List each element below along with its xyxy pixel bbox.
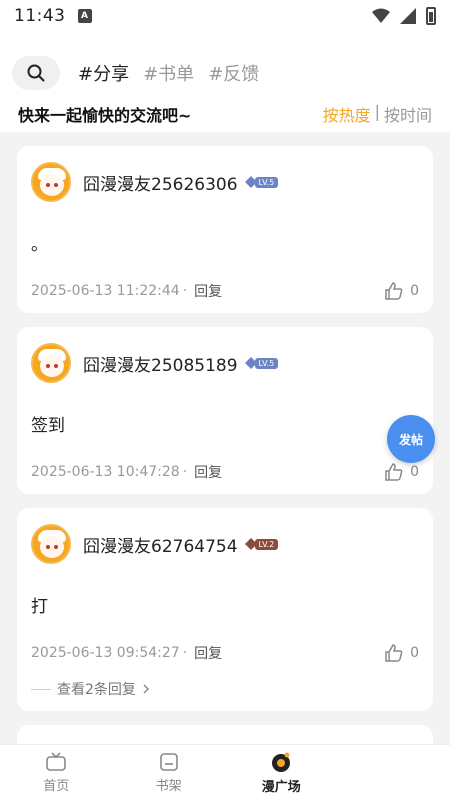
signal-icon: [400, 8, 416, 24]
sort-separator: |: [374, 102, 380, 121]
like-count: 0: [410, 464, 419, 480]
thumbs-up-icon: [385, 644, 403, 662]
tab-bookshelf-label: 书架: [155, 778, 182, 794]
like-button[interactable]: 0: [384, 462, 419, 482]
post-card[interactable]: 囧漫漫友25626306 LV.5 。 2025-06-13 11:22:44 …: [17, 146, 433, 313]
tab-bookshelf[interactable]: 书架: [113, 745, 226, 800]
bookshelf-icon: [159, 752, 178, 771]
status-bar: 11:43 A: [0, 0, 450, 32]
post-content: 签到: [31, 416, 65, 436]
tag-feedback[interactable]: #反馈: [208, 60, 259, 86]
level-text: LV.5: [254, 176, 279, 188]
level-text: LV.2: [254, 538, 279, 550]
wifi-icon: [372, 8, 390, 23]
avatar[interactable]: [31, 343, 71, 383]
view-replies-link[interactable]: 查看2条回复: [31, 679, 419, 699]
sort-hot-button[interactable]: 按热度: [323, 102, 371, 126]
level-badge: LV.5: [244, 356, 279, 370]
avatar[interactable]: [31, 524, 71, 564]
level-badge: LV.5: [244, 175, 279, 189]
notification-icon: A: [77, 9, 92, 23]
username[interactable]: 囧漫漫友25626306: [83, 170, 238, 195]
like-count: 0: [410, 283, 419, 299]
tab-home-label: 首页: [43, 778, 70, 794]
create-post-button[interactable]: 发帖: [387, 415, 435, 463]
create-post-label: 发帖: [398, 432, 423, 447]
level-badge: LV.2: [244, 537, 279, 551]
post-content: 。: [31, 235, 48, 255]
tag-booklist[interactable]: #书单: [143, 60, 194, 86]
post-time: 2025-06-13 09:54:27: [31, 645, 180, 661]
search-icon: [27, 64, 45, 82]
post-content: 打: [31, 597, 48, 617]
tab-home[interactable]: 首页: [0, 745, 113, 800]
plaza-icon: [272, 752, 291, 772]
reply-button[interactable]: 回复: [194, 281, 222, 301]
view-replies-label: 查看2条回复: [57, 682, 136, 698]
page-subtitle: 快来一起愉快的交流吧~: [18, 106, 192, 125]
post-card[interactable]: 囧漫漫友25085189 LV.5 签到 2025-06-13 10:47:28…: [17, 327, 433, 494]
like-count: 0: [410, 645, 419, 661]
bottom-tab-bar: 首页 书架 漫广场: [0, 744, 450, 800]
search-button[interactable]: [12, 56, 60, 90]
like-button[interactable]: 0: [384, 643, 419, 663]
username[interactable]: 囧漫漫友25085189: [83, 351, 238, 376]
tag-share[interactable]: #分享: [78, 60, 129, 86]
post-time: 2025-06-13 10:47:28: [31, 464, 180, 480]
avatar[interactable]: [31, 162, 71, 202]
post-card[interactable]: 囧漫漫友62764754 LV.2 打 2025-06-13 09:54:27 …: [17, 508, 433, 711]
level-text: LV.5: [254, 357, 279, 369]
tab-plaza-label: 漫广场: [261, 779, 301, 795]
chevron-right-icon: [143, 684, 149, 694]
like-button[interactable]: 0: [384, 281, 419, 301]
tab-plaza[interactable]: 漫广场: [225, 745, 338, 800]
header: #分享 #书单 #反馈 快来一起愉快的交流吧~ 按热度 | 按时间: [0, 32, 450, 132]
sort-switch: 按热度 | 按时间: [323, 102, 432, 126]
post-time: 2025-06-13 11:22:44: [31, 283, 180, 299]
thumbs-up-icon: [385, 463, 403, 481]
thumbs-up-icon: [385, 282, 403, 300]
post-feed: 囧漫漫友25626306 LV.5 。 2025-06-13 11:22:44 …: [17, 146, 433, 779]
reply-button[interactable]: 回复: [194, 462, 222, 482]
tv-icon: [46, 751, 67, 771]
status-time: 11:43: [14, 6, 66, 26]
topic-tags: #分享 #书单 #反馈: [78, 60, 259, 86]
tab-empty: [338, 745, 450, 800]
sort-time-button[interactable]: 按时间: [384, 102, 432, 126]
username[interactable]: 囧漫漫友62764754: [83, 532, 238, 557]
battery-icon: [426, 7, 436, 25]
reply-button[interactable]: 回复: [194, 643, 222, 663]
